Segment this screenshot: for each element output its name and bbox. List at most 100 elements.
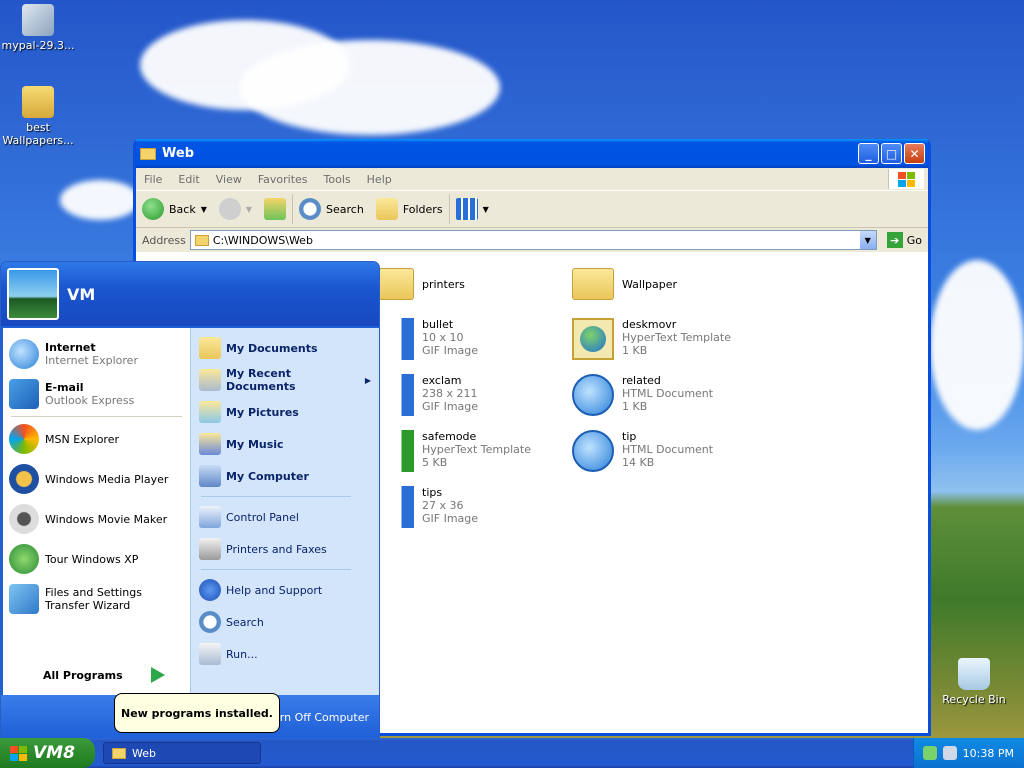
file-item-wallpaper[interactable]: Wallpaper — [572, 262, 677, 300]
cloud — [60, 180, 140, 220]
address-label: Address — [142, 233, 186, 247]
address-dropdown-icon[interactable]: ▼ — [859, 231, 876, 249]
start-item-msn-explorer[interactable]: MSN Explorer — [3, 419, 190, 459]
toolbar: Back ▼ ▼ Search Folders ▼ — [136, 190, 928, 228]
recycle-bin-icon — [958, 658, 990, 690]
start-item-my-music[interactable]: My Music — [191, 428, 379, 460]
globe-template-icon — [572, 318, 614, 360]
taskbar-button-web[interactable]: Web — [103, 742, 261, 764]
start-item-email[interactable]: E-mail Outlook Express — [3, 374, 190, 414]
back-button[interactable]: Back ▼ — [136, 194, 213, 224]
menu-view[interactable]: View — [208, 173, 250, 186]
start-item-my-computer[interactable]: My Computer — [191, 460, 379, 492]
tray-volume-icon[interactable] — [942, 746, 957, 760]
windows-flag-icon — [10, 745, 27, 761]
folder-icon — [194, 234, 209, 246]
start-item-tour-xp[interactable]: Tour Windows XP — [3, 539, 190, 579]
all-programs-button[interactable]: All Programs — [43, 667, 165, 683]
start-button[interactable]: VM8 — [0, 738, 95, 768]
clock[interactable]: 10:38 PM — [963, 747, 1014, 760]
movie-maker-icon — [9, 504, 39, 534]
folders-icon — [375, 198, 398, 220]
system-tray: 10:38 PM — [913, 738, 1024, 768]
close-button[interactable]: ✕ — [904, 143, 925, 164]
menu-file[interactable]: File — [136, 173, 170, 186]
cloud — [930, 260, 1024, 430]
go-button[interactable]: ➔ Go — [881, 232, 928, 248]
search-icon — [199, 611, 221, 633]
start-item-internet[interactable]: Internet Internet Explorer — [3, 334, 190, 374]
file-item-related[interactable]: related HTML Document 1 KB — [572, 374, 713, 416]
start-item-control-panel[interactable]: Control Panel — [191, 501, 379, 533]
media-player-icon — [9, 464, 39, 494]
forward-button[interactable]: ▼ — [213, 194, 258, 224]
menu-tools[interactable]: Tools — [316, 173, 359, 186]
forward-arrow-icon — [218, 198, 241, 220]
start-menu-left-pane: Internet Internet Explorer E-mail Outlook … — [3, 328, 190, 697]
address-bar: Address C:\WINDOWS\Web ▼ ➔ Go — [136, 228, 928, 252]
dropdown-arrow-icon[interactable]: ▼ — [201, 205, 207, 214]
file-item-tips[interactable]: tips 27 x 36 GIF Image — [372, 486, 478, 528]
start-item-search[interactable]: Search — [191, 606, 379, 638]
start-item-my-recent-documents[interactable]: My Recent Documents ▶ — [191, 364, 379, 396]
turn-off-button[interactable]: Turn Off Computer — [268, 711, 369, 724]
views-button[interactable]: ▼ — [448, 194, 495, 224]
window-titlebar[interactable]: Web _ □ ✕ — [136, 139, 928, 168]
file-item-tip[interactable]: tip HTML Document 14 KB — [572, 430, 713, 472]
my-music-icon — [199, 433, 221, 455]
tray-network-icon[interactable] — [922, 746, 937, 760]
zip-folder-icon — [22, 86, 54, 118]
start-item-my-pictures[interactable]: My Pictures — [191, 396, 379, 428]
file-item-exclam[interactable]: exclam 238 x 211 GIF Image — [372, 374, 478, 416]
start-item-run[interactable]: Run... — [191, 638, 379, 670]
file-item-printers[interactable]: printers — [372, 262, 465, 300]
tour-xp-icon — [9, 544, 39, 574]
my-computer-icon — [199, 465, 221, 487]
desktop-icon-mypal[interactable]: mypal-29.3... — [0, 4, 76, 52]
file-item-deskmovr[interactable]: deskmovr HyperText Template 1 KB — [572, 318, 731, 360]
folder-icon — [112, 747, 126, 759]
up-folder-button[interactable] — [258, 194, 292, 224]
start-item-files-transfer[interactable]: Files and Settings Transfer Wizard — [3, 579, 190, 619]
taskbar: VM8 Web 10:38 PM — [0, 738, 1024, 768]
address-input[interactable]: C:\WINDOWS\Web ▼ — [189, 230, 877, 250]
user-name: VM — [67, 284, 96, 304]
separator — [11, 416, 182, 417]
internet-explorer-icon — [9, 339, 39, 369]
dropdown-arrow-icon: ▼ — [482, 204, 489, 214]
separator — [201, 496, 351, 497]
menu-favorites[interactable]: Favorites — [250, 173, 316, 186]
submenu-arrow-icon: ▶ — [364, 375, 371, 385]
views-icon — [455, 198, 478, 220]
file-item-safemode[interactable]: safemode HyperText Template 5 KB — [372, 430, 531, 472]
printer-icon — [199, 538, 221, 560]
file-item-bullet[interactable]: bullet 10 x 10 GIF Image — [372, 318, 478, 360]
user-avatar — [7, 268, 59, 320]
notification-balloon[interactable]: New programs installed. — [114, 693, 280, 733]
maximize-button[interactable]: □ — [881, 143, 902, 164]
folder-icon — [140, 147, 156, 160]
menu-edit[interactable]: Edit — [170, 173, 207, 186]
start-item-movie-maker[interactable]: Windows Movie Maker — [3, 499, 190, 539]
minimize-button[interactable]: _ — [858, 143, 879, 164]
search-button[interactable]: Search — [292, 194, 370, 224]
window-title: Web — [162, 146, 194, 161]
my-documents-icon — [199, 337, 221, 359]
desktop-icon-recycle-bin[interactable]: Recycle Bin — [936, 658, 1012, 706]
cloud — [240, 40, 500, 135]
start-item-my-documents[interactable]: My Documents — [191, 332, 379, 364]
menu-help[interactable]: Help — [359, 173, 400, 186]
back-arrow-icon — [142, 198, 164, 220]
start-item-help-support[interactable]: Help and Support — [191, 574, 379, 606]
my-pictures-icon — [199, 401, 221, 423]
help-icon — [199, 579, 221, 601]
folders-button[interactable]: Folders — [370, 194, 449, 224]
windows-flag-icon — [890, 171, 923, 187]
start-item-printers-faxes[interactable]: Printers and Faxes — [191, 533, 379, 565]
desktop-icon-best-wallpapers[interactable]: best Wallpapers... — [0, 86, 76, 147]
green-arrow-icon — [150, 667, 165, 683]
start-item-media-player[interactable]: Windows Media Player — [3, 459, 190, 499]
folder-icon — [572, 268, 614, 300]
outlook-express-icon — [9, 379, 39, 409]
transfer-wizard-icon — [9, 584, 39, 614]
